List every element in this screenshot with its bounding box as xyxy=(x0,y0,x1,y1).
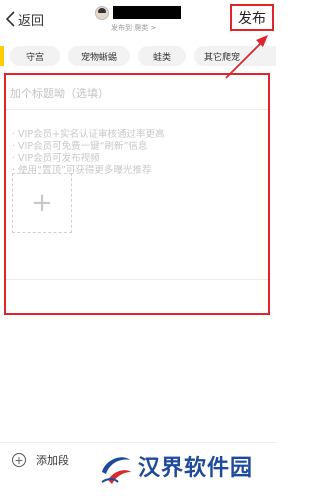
top-bar: 返回 发布到 爬类 > 发布 xyxy=(0,0,276,38)
content-textarea[interactable]: · VIP会员+实名认证审核通过率更高 · VIP会员可免费一键“刷新”信息 ·… xyxy=(12,129,266,177)
avatar xyxy=(95,6,109,20)
plus-icon: + xyxy=(31,188,53,218)
add-section-button[interactable]: + 添加段 xyxy=(12,452,69,468)
tip-line: · VIP会员可发布视频 xyxy=(12,153,100,164)
watermark-logo-icon xyxy=(101,457,131,484)
divider xyxy=(0,442,276,443)
divider xyxy=(6,109,268,110)
watermark: 汉界软件园 xyxy=(98,452,274,486)
scroll-indicator xyxy=(0,46,4,66)
category-chips: 守宫 宠物蜥蜴 蛙类 其它爬宠 xyxy=(0,46,276,66)
divider xyxy=(6,279,268,280)
post-editor: · VIP会员+实名认证审核通过率更高 · VIP会员可免费一键“刷新”信息 ·… xyxy=(4,73,270,315)
watermark-text: 汉界软件园 xyxy=(138,456,254,481)
category-chip[interactable]: 宠物蜥蜴 xyxy=(68,46,130,66)
plus-circle-icon: + xyxy=(12,453,26,467)
add-section-label: 添加段 xyxy=(36,454,69,467)
chevron-left-icon xyxy=(6,11,15,27)
publish-target: 发布到 爬类 > xyxy=(111,24,157,32)
add-image-button[interactable]: + xyxy=(12,173,72,233)
publish-post-screen: 返回 发布到 爬类 > 发布 守宫 宠物蜥蜴 蛙类 其它爬宠 · VIP会员+实… xyxy=(0,0,276,500)
author-info[interactable]: 发布到 爬类 > xyxy=(95,4,195,34)
category-chip[interactable]: 守宫 xyxy=(10,46,60,66)
back-label: 返回 xyxy=(18,13,45,29)
tip-line: · VIP会员+实名认证审核通过率更高 xyxy=(12,129,165,140)
publish-button[interactable]: 发布 xyxy=(230,4,274,31)
category-chip[interactable]: 蛙类 xyxy=(138,46,186,66)
tip-line: · VIP会员可免费一键“刷新”信息 xyxy=(12,141,148,152)
redacted-username xyxy=(113,6,181,19)
publish-label: 发布 xyxy=(238,10,266,27)
title-input[interactable] xyxy=(10,83,264,103)
back-button[interactable]: 返回 xyxy=(6,9,44,29)
category-chip[interactable]: 其它爬宠 xyxy=(194,46,276,66)
